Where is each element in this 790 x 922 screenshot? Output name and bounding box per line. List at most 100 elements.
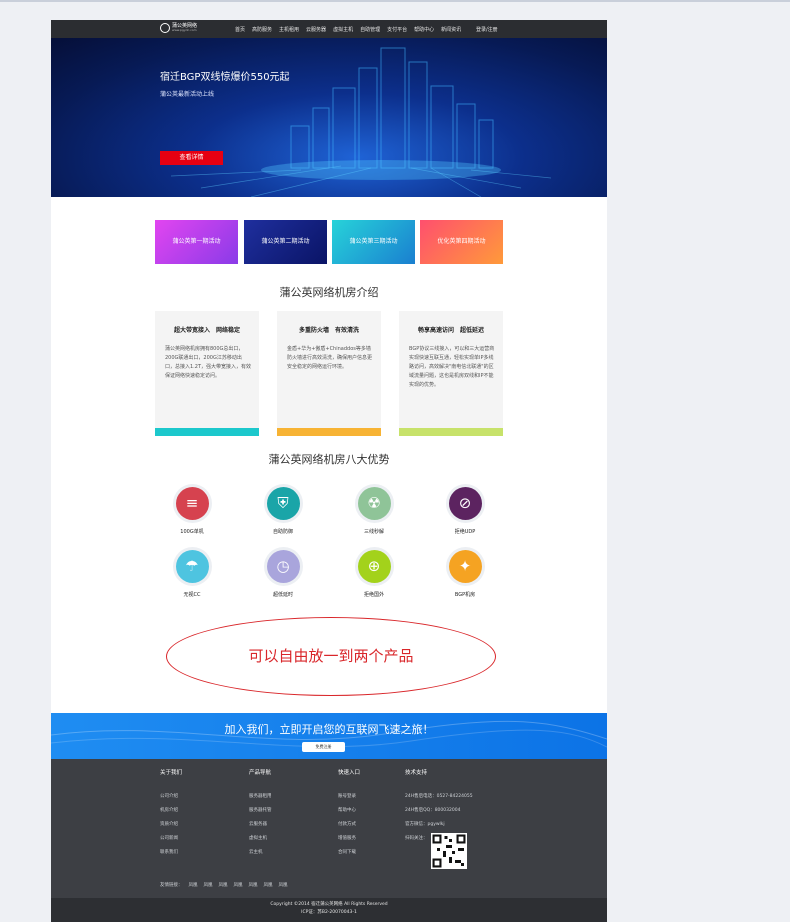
logo-mark-icon [160,23,170,33]
free-register-button[interactable]: 免费注册 [302,742,345,752]
advantage-no-foreign: ⊕ 拒绝国外 [346,547,402,598]
promo-activity-4[interactable]: 优化英第四期活动 [420,220,503,264]
footer-link[interactable]: 合同下载 [338,849,360,863]
copyright-text: Copyright ©2014 宿迁蒲公英网络 All Rights Reser… [270,902,388,907]
intro-card-title: 畅享高速访问 超低延迟 [417,327,484,334]
icp-text: ICP证：苏B2-20070043-1 [301,910,357,915]
friend-link[interactable]: 凤凰 [279,882,288,888]
radiation-icon: ☢ [357,487,391,520]
advantage-100g: ≡ 100G单机 [164,484,220,535]
footer-col-quick-links: 快速入口 账号登录 帮助中心 付款方式 增值服务 合同下载 [338,768,360,863]
footer-col-about: 关于我们 公司介绍 机房介绍 资质介绍 公司新闻 联系我们 [160,768,182,863]
top-divider [0,0,790,2]
intro-card-title: 超大带宽接入 网络稳定 [173,327,240,334]
login-link[interactable]: 登录/注册 [476,26,498,33]
nav-item-hosting[interactable]: 主机租用 [279,26,299,33]
intro-card-bandwidth: 超大带宽接入 网络稳定 蒲公英网络机房拥有800G总出口，200G联通出口，20… [155,311,259,436]
advantage-label: 三线秒解 [363,529,384,535]
footer-link[interactable]: 账号登录 [338,793,360,807]
logo[interactable]: 蒲公英网络 www.pgydc.com [160,23,197,33]
footer-link[interactable]: 机房介绍 [160,807,182,821]
footer-link[interactable]: 公司新闻 [160,835,182,849]
intro-card-text: 金盾+华为+傲盾+Chinaddos等多墙防火墙进行高效清洗，确保用户信息更安全… [287,346,373,370]
footer-link[interactable]: 公司介绍 [160,793,182,807]
nav-item-cloud[interactable]: 云服务器 [306,26,326,33]
shield-icon: ⛨ [266,487,300,520]
footer-link[interactable]: 帮助中心 [338,807,360,821]
advantage-three-line: ☢ 三线秒解 [346,484,402,535]
intro-card-text: 蒲公英网络机房拥有800G总出口，200G联通出口，200G江苏移动出口，总接入… [165,346,252,379]
advantages-section-title: 蒲公英网络机房八大优势 [268,453,390,466]
friend-link[interactable]: 凤凰 [204,882,213,888]
copyright-bar: Copyright ©2014 宿迁蒲公英网络 All Rights Reser… [51,898,607,922]
advantage-label: 自助防御 [272,529,293,535]
friend-link[interactable]: 凤凰 [219,882,228,888]
friend-link[interactable]: 凤凰 [189,882,198,888]
promo-activity-2[interactable]: 蒲公英第二期活动 [244,220,327,264]
footer-link[interactable]: 服务器租用 [249,793,272,807]
footer-link[interactable]: 资质介绍 [160,821,182,835]
advantage-bgp: ✦ BGP机房 [437,547,493,598]
footer-col-heading: 快速入口 [338,770,361,776]
footer-link[interactable]: 虚拟主机 [249,835,272,849]
banner-title: 宿迁BGP双线惊爆价550元起 [160,72,290,83]
footer-link[interactable]: 服务器托管 [249,807,272,821]
friend-link[interactable]: 凤凰 [264,882,273,888]
nav-item-ddos[interactable]: 高防服务 [252,26,272,33]
intro-card-accent-bar [399,428,503,436]
advantage-cc: ☂ 无视CC [164,547,220,598]
friend-link[interactable]: 凤凰 [234,882,243,888]
globe-icon: ⊕ [357,550,391,583]
advantage-low-latency: ◷ 超低延时 [255,547,311,598]
logo-url: www.pgydc.com [172,28,197,32]
product-placeholder-note: 可以自由放一到两个产品 [166,617,496,696]
advantage-no-udp: ⊘ 拒绝UDP [437,484,493,535]
advantage-label: 100G单机 [180,529,204,535]
intro-card-firewall: 多重防火墙 有效清洗 金盾+华为+傲盾+Chinaddos等多墙防火墙进行高效清… [277,311,381,436]
footer-link[interactable]: 增值服务 [338,835,360,849]
footer-link[interactable]: 云主机 [249,849,272,863]
ban-icon: ⊘ [448,487,482,520]
join-banner: 加入我们，立即开启您的互联网飞速之旅！ 免费注册 [51,713,607,759]
banner-subtitle: 蒲公英最新活动上线 [160,91,215,98]
clock-icon: ◷ [266,550,300,583]
friend-links: 友情链接： 凤凰 凤凰 凤凰 凤凰 凤凰 凤凰 凤凰 [160,882,288,888]
nav-item-help[interactable]: 帮助中心 [414,26,434,33]
footer-link[interactable]: 联系我们 [160,849,182,863]
advantage-label: 超低延时 [272,592,293,598]
join-text: 加入我们，立即开启您的互联网飞速之旅！ [224,723,434,736]
promo-activity-3[interactable]: 蒲公英第三期活动 [332,220,415,264]
bgp-icon: ✦ [448,550,482,583]
intro-card-text: BGP协议三线接入，可以和三大运营商实现快速互联互通，轻松实现单IP多线路访问，… [409,346,495,388]
site-page: 蒲公英网络 www.pgydc.com 首页 高防服务 主机租用 云服务器 虚拟… [51,20,607,922]
footer-link[interactable]: 付款方式 [338,821,360,835]
city-skyline-graphic [170,47,552,197]
support-phone: 24H售后电话：0527-84224055 [405,794,473,799]
intro-card-accent-bar [155,428,259,436]
advantage-self-defense: ⛨ 自助防御 [255,484,311,535]
promo-activity-1[interactable]: 蒲公英第一期活动 [155,220,238,264]
hero-banner: 宿迁BGP双线惊爆价550元起 蒲公英最新活动上线 查看详情 [51,38,607,197]
support-qq: 24H售后QQ：800032004 [405,808,461,813]
intro-card-low-latency: 畅享高速访问 超低延迟 BGP协议三线接入，可以和三大运营商实现快速互联互通，轻… [399,311,503,436]
footer-col-heading: 技术支持 [405,770,428,776]
friend-link[interactable]: 凤凰 [249,882,258,888]
advantage-label: 拒绝国外 [363,592,384,598]
nav-item-news[interactable]: 新闻资讯 [441,26,461,33]
footer-col-heading: 关于我们 [160,770,183,776]
footer-link[interactable]: 云服务器 [249,821,272,835]
nav-item-payment[interactable]: 支付平台 [387,26,407,33]
footer-col-heading: 产品导航 [249,770,272,776]
nav-item-home[interactable]: 首页 [235,26,245,33]
advantage-label: 拒绝UDP [454,529,476,535]
view-details-button[interactable]: 查看详情 [160,151,223,165]
main-nav: 首页 高防服务 主机租用 云服务器 虚拟主机 自助管理 支付平台 帮助中心 新闻… [235,20,461,38]
intro-card-title: 多重防火墙 有效清洗 [298,327,359,334]
advantage-label: BGP机房 [454,592,476,598]
site-header: 蒲公英网络 www.pgydc.com 首页 高防服务 主机租用 云服务器 虚拟… [51,20,607,38]
intro-section-title: 蒲公英网络机房介绍 [279,286,379,299]
footer-col-products: 产品导航 服务器租用 服务器托管 云服务器 虚拟主机 云主机 [249,768,272,863]
umbrella-icon: ☂ [175,550,209,583]
nav-item-vhost[interactable]: 虚拟主机 [333,26,353,33]
nav-item-self-service[interactable]: 自助管理 [360,26,380,33]
